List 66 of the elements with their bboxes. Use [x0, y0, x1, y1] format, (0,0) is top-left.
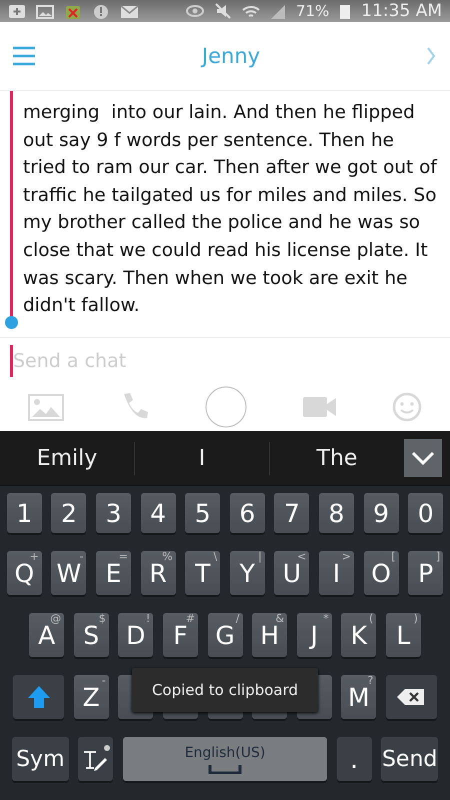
key[interactable]: K (: [341, 613, 376, 657]
key[interactable]: P ]: [408, 551, 444, 595]
timeline-dot: [5, 316, 18, 329]
key[interactable]: F #: [162, 613, 198, 657]
key[interactable]: L ): [386, 613, 421, 657]
key[interactable]: Q +: [6, 551, 42, 595]
space-bar-icon: [208, 764, 242, 774]
key[interactable]: I >: [318, 551, 354, 595]
chat-title: Jenny: [200, 44, 262, 68]
capture-button[interactable]: [205, 386, 248, 428]
key[interactable]: Send: [381, 737, 438, 781]
key[interactable]: S $: [74, 613, 109, 657]
signal-icon: [270, 2, 286, 20]
backspace-icon: [397, 688, 426, 706]
image-icon: [36, 2, 54, 20]
key[interactable]: 6: [230, 493, 265, 533]
shift-key[interactable]: [13, 675, 64, 719]
video-camera-icon[interactable]: [303, 396, 336, 418]
key[interactable]: H &: [252, 613, 288, 657]
suggestion[interactable]: I: [190, 442, 214, 474]
space-key[interactable]: English(US): [123, 737, 327, 781]
key[interactable]: 0: [408, 493, 444, 533]
menu-icon[interactable]: [12, 45, 36, 67]
key[interactable]: E =: [96, 551, 132, 595]
mute-icon: [214, 2, 232, 20]
key[interactable]: 7: [274, 493, 310, 533]
key[interactable]: M ?: [341, 675, 376, 719]
suggestion[interactable]: Emily: [28, 442, 106, 474]
key[interactable]: 1: [6, 493, 42, 533]
chat-message: merging into our lain. And then he flipped out say 9 f words per sentence. Then he tried to ram our car. Then after we got out of traffic he tailgated us for miles and miles. So my brother called the police and he was so close that we could read his license plate. It was scary. Then when we took are exit he didn't fallow.: [22, 101, 438, 318]
alert-icon: [92, 2, 110, 20]
key[interactable]: W -: [51, 551, 86, 595]
key[interactable]: O [: [364, 551, 399, 595]
eye-icon: [186, 2, 204, 20]
key[interactable]: Z -: [74, 675, 109, 719]
suggestion[interactable]: The: [308, 442, 366, 474]
key[interactable]: 4: [140, 493, 176, 533]
key[interactable]: D !: [118, 613, 154, 657]
clock: 11:35 AM: [361, 1, 442, 21]
image-icon[interactable]: [28, 394, 64, 420]
emoji-icon[interactable]: [392, 392, 422, 422]
key[interactable]: Y |: [230, 551, 265, 595]
key[interactable]: 3: [96, 493, 132, 533]
key[interactable]: J *: [296, 613, 332, 657]
chevron-right-icon[interactable]: [426, 46, 438, 66]
key[interactable]: R %: [140, 551, 176, 595]
battery-icon: [339, 2, 352, 20]
chevron-down-icon: [411, 451, 435, 465]
add-icon: [8, 2, 26, 20]
key[interactable]: U <: [274, 551, 310, 595]
key[interactable]: 2: [51, 493, 86, 533]
toast: Copied to clipboard: [132, 668, 318, 712]
battery-level: 71%: [296, 2, 330, 20]
key[interactable]: 9: [364, 493, 399, 533]
key[interactable]: 8: [318, 493, 354, 533]
key[interactable]: .: [336, 737, 372, 781]
key[interactable]: 5: [185, 493, 220, 533]
backspace-key[interactable]: [386, 675, 437, 719]
text-tools-key[interactable]: [78, 737, 114, 781]
collapse-button[interactable]: [404, 439, 442, 477]
key[interactable]: G /: [208, 613, 242, 657]
key[interactable]: T \: [185, 551, 220, 595]
key[interactable]: A @: [29, 613, 64, 657]
shift-arrow-icon: [28, 686, 50, 708]
mail-icon: [120, 2, 140, 20]
key[interactable]: Sym: [12, 737, 69, 781]
